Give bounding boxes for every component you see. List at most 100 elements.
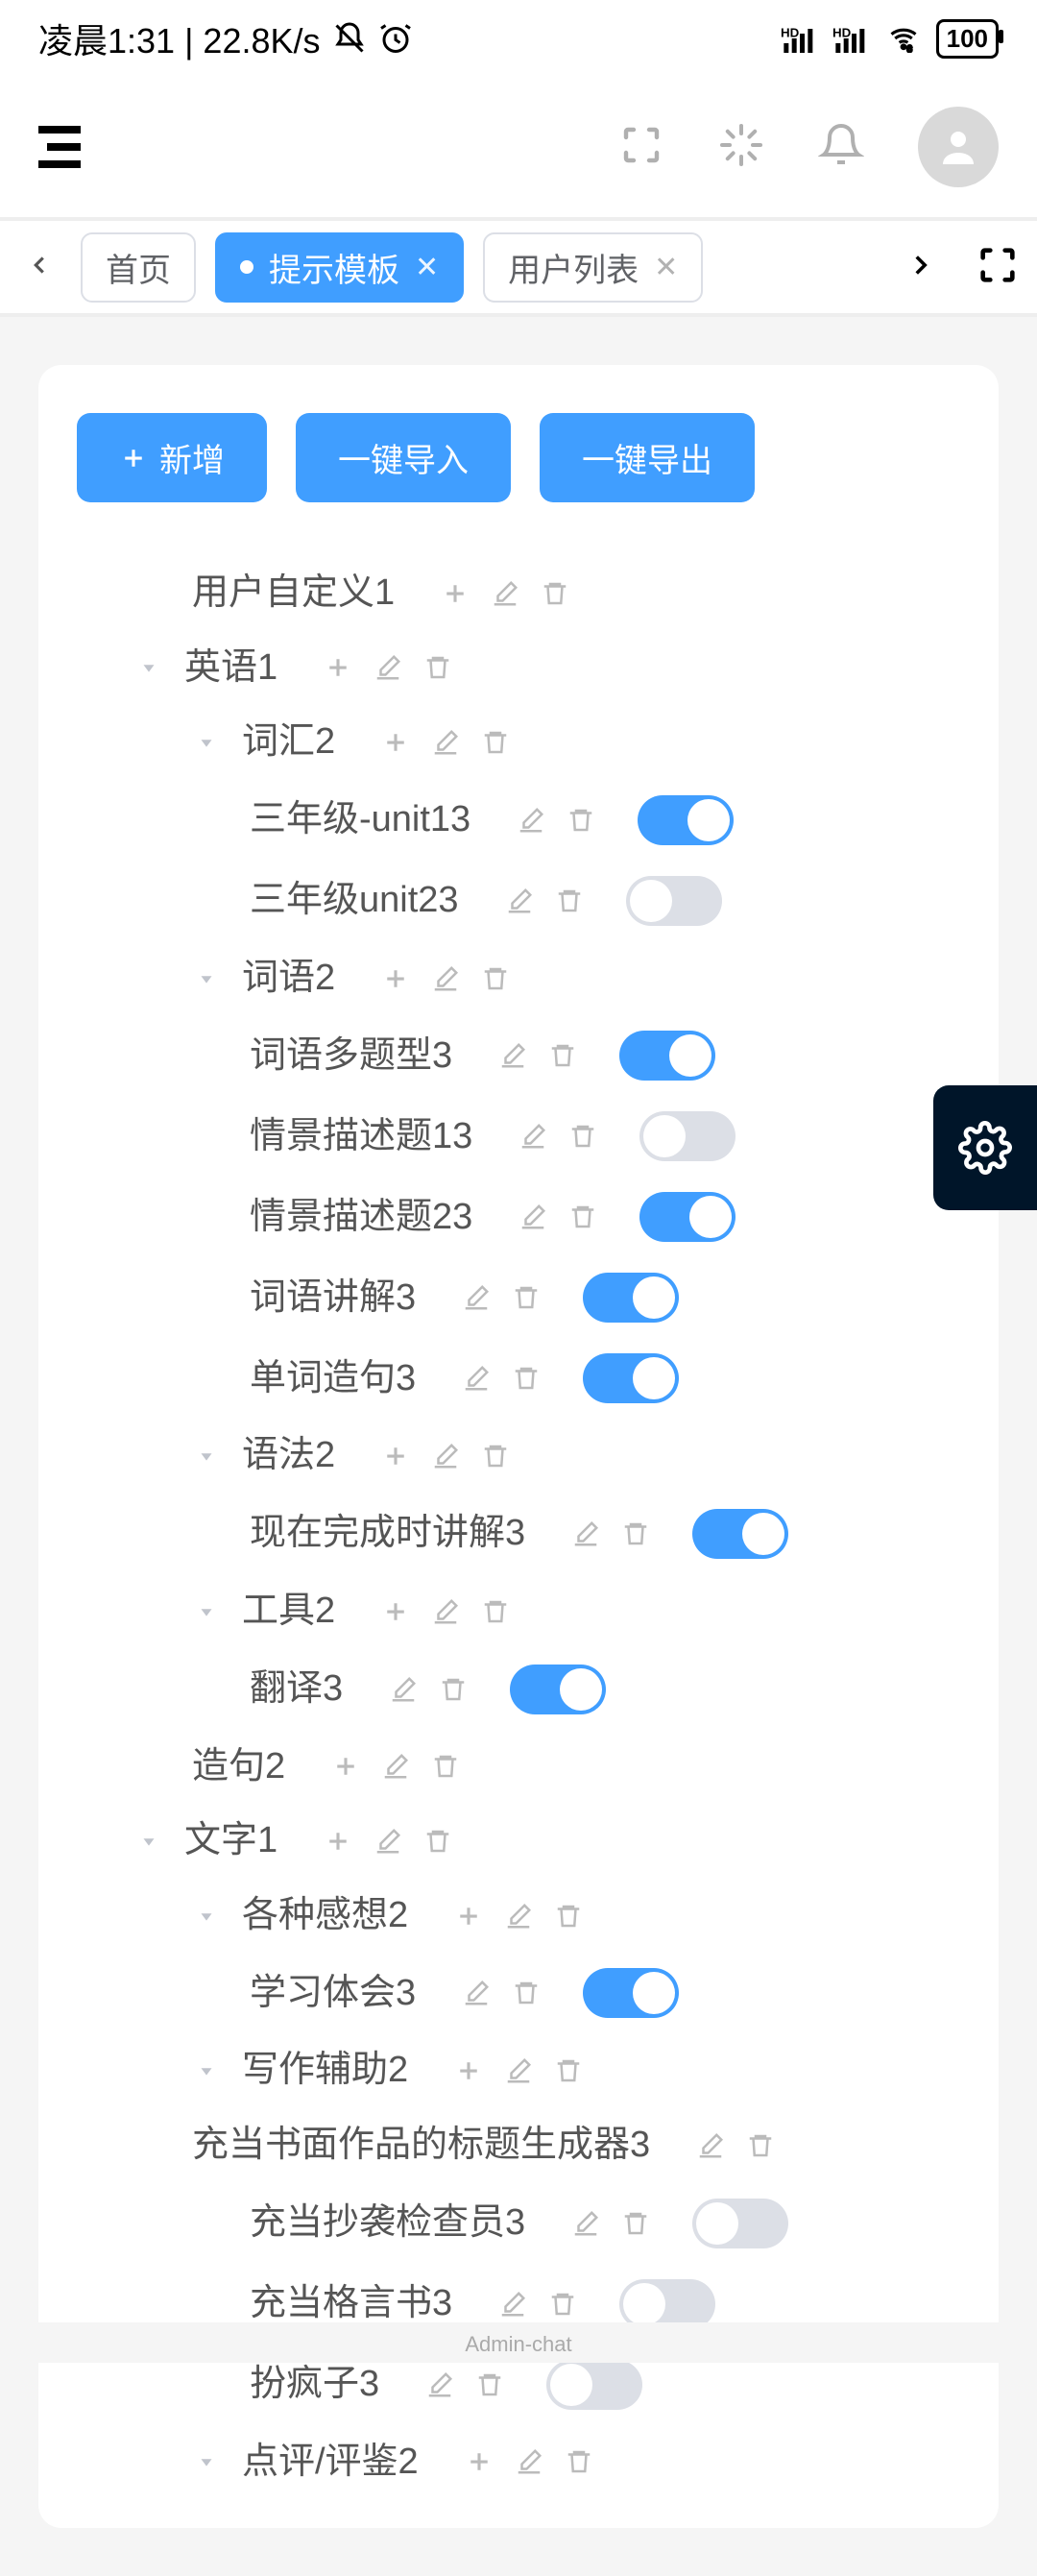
toggle-switch[interactable] [583, 1273, 679, 1323]
delete-icon[interactable] [567, 1201, 599, 1233]
edit-icon[interactable] [423, 2369, 456, 2401]
toggle-switch[interactable] [692, 2199, 788, 2248]
tree-leaf[interactable]: 情景描述题23 [77, 1177, 960, 1257]
edit-icon[interactable] [372, 651, 404, 684]
chevron-down-icon[interactable] [192, 1906, 221, 1927]
edit-icon[interactable] [694, 2129, 727, 2162]
add-button[interactable]: 新增 [77, 413, 267, 502]
plus-icon[interactable] [379, 1595, 412, 1628]
chevron-down-icon[interactable] [192, 968, 221, 989]
toggle-switch[interactable] [546, 2360, 642, 2410]
toggle-switch[interactable] [639, 1111, 736, 1161]
chevron-down-icon[interactable] [192, 732, 221, 753]
tree-node[interactable]: 工具2 [77, 1574, 960, 1649]
chevron-down-icon[interactable] [192, 1446, 221, 1467]
delete-icon[interactable] [479, 1595, 512, 1628]
tree-node[interactable]: 点评/评鉴2 [77, 2425, 960, 2500]
tree-node[interactable]: 文字1 [77, 1804, 960, 1879]
toggle-switch[interactable] [619, 2279, 715, 2329]
edit-icon[interactable] [429, 726, 462, 759]
edit-icon[interactable] [569, 1518, 602, 1550]
tree-leaf[interactable]: 三年级-unit13 [77, 780, 960, 861]
scan-icon[interactable] [618, 122, 664, 173]
tree-node[interactable]: 造句2 [77, 1730, 960, 1805]
delete-icon[interactable] [429, 1750, 462, 1783]
plus-icon[interactable] [329, 1750, 362, 1783]
edit-icon[interactable] [460, 1281, 493, 1314]
plus-icon[interactable] [379, 726, 412, 759]
tree-leaf[interactable]: 情景描述题13 [77, 1096, 960, 1177]
loading-icon[interactable] [718, 122, 764, 173]
plus-icon[interactable] [439, 577, 471, 610]
chevron-down-icon[interactable] [192, 2060, 221, 2081]
delete-icon[interactable] [539, 577, 571, 610]
edit-icon[interactable] [502, 1900, 535, 1932]
edit-icon[interactable] [513, 2445, 545, 2478]
edit-icon[interactable] [460, 1362, 493, 1395]
tree-leaf[interactable]: 词语讲解3 [77, 1257, 960, 1338]
delete-icon[interactable] [510, 1977, 543, 2009]
delete-icon[interactable] [437, 1673, 470, 1706]
tree-leaf[interactable]: 词语多题型3 [77, 1015, 960, 1096]
tree-node[interactable]: 写作辅助2 [77, 2033, 960, 2108]
toggle-switch[interactable] [510, 1665, 606, 1714]
delete-icon[interactable] [473, 2369, 506, 2401]
delete-icon[interactable] [563, 2445, 595, 2478]
tree-node[interactable]: 各种感想2 [77, 1879, 960, 1954]
edit-icon[interactable] [503, 885, 536, 917]
delete-icon[interactable] [567, 1120, 599, 1153]
edit-icon[interactable] [489, 577, 521, 610]
tree-leaf[interactable]: 充当抄袭检查员3 [77, 2183, 960, 2264]
plus-icon[interactable] [463, 2445, 495, 2478]
plus-icon[interactable] [452, 2054, 485, 2087]
toggle-switch[interactable] [583, 1353, 679, 1403]
tab-templates[interactable]: 提示模板 ✕ [215, 232, 464, 303]
delete-icon[interactable] [479, 726, 512, 759]
menu-icon[interactable] [38, 126, 81, 168]
delete-icon[interactable] [479, 1440, 512, 1472]
plus-icon[interactable] [322, 651, 354, 684]
fullscreen-icon[interactable] [976, 243, 1020, 292]
delete-icon[interactable] [510, 1281, 543, 1314]
edit-icon[interactable] [372, 1825, 404, 1858]
toggle-switch[interactable] [626, 876, 722, 926]
delete-icon[interactable] [422, 651, 454, 684]
toggle-switch[interactable] [638, 795, 734, 845]
delete-icon[interactable] [619, 2207, 652, 2240]
delete-icon[interactable] [510, 1362, 543, 1395]
avatar[interactable] [918, 107, 999, 187]
export-button[interactable]: 一键导出 [540, 413, 755, 502]
tab-close-icon[interactable]: ✕ [654, 251, 678, 284]
delete-icon[interactable] [552, 1900, 585, 1932]
delete-icon[interactable] [479, 962, 512, 995]
toggle-switch[interactable] [639, 1192, 736, 1242]
chevron-down-icon[interactable] [192, 1601, 221, 1622]
delete-icon[interactable] [619, 1518, 652, 1550]
tree-leaf[interactable]: 学习体会3 [77, 1953, 960, 2033]
chevron-down-icon[interactable] [134, 1831, 163, 1852]
tree-leaf[interactable]: 翻译3 [77, 1649, 960, 1730]
edit-icon[interactable] [429, 1440, 462, 1472]
import-button[interactable]: 一键导入 [296, 413, 511, 502]
chevron-down-icon[interactable] [192, 2451, 221, 2472]
plus-icon[interactable] [379, 962, 412, 995]
toggle-switch[interactable] [692, 1509, 788, 1559]
edit-icon[interactable] [379, 1750, 412, 1783]
delete-icon[interactable] [744, 2129, 777, 2162]
toggle-switch[interactable] [583, 1968, 679, 2018]
edit-icon[interactable] [429, 1595, 462, 1628]
tree-node[interactable]: 词汇2 [77, 705, 960, 780]
edit-icon[interactable] [496, 1039, 529, 1072]
settings-fab[interactable] [933, 1085, 1037, 1210]
tabs-next-icon[interactable] [904, 249, 937, 286]
edit-icon[interactable] [460, 1977, 493, 2009]
delete-icon[interactable] [553, 885, 586, 917]
toggle-switch[interactable] [619, 1031, 715, 1081]
tree-node[interactable]: 语法2 [77, 1419, 960, 1494]
delete-icon[interactable] [546, 1039, 579, 1072]
tab-home[interactable]: 首页 [81, 232, 196, 303]
tree-node[interactable]: 用户自定义1 [77, 556, 960, 631]
delete-icon[interactable] [546, 2288, 579, 2321]
edit-icon[interactable] [515, 804, 547, 837]
plus-icon[interactable] [452, 1900, 485, 1932]
